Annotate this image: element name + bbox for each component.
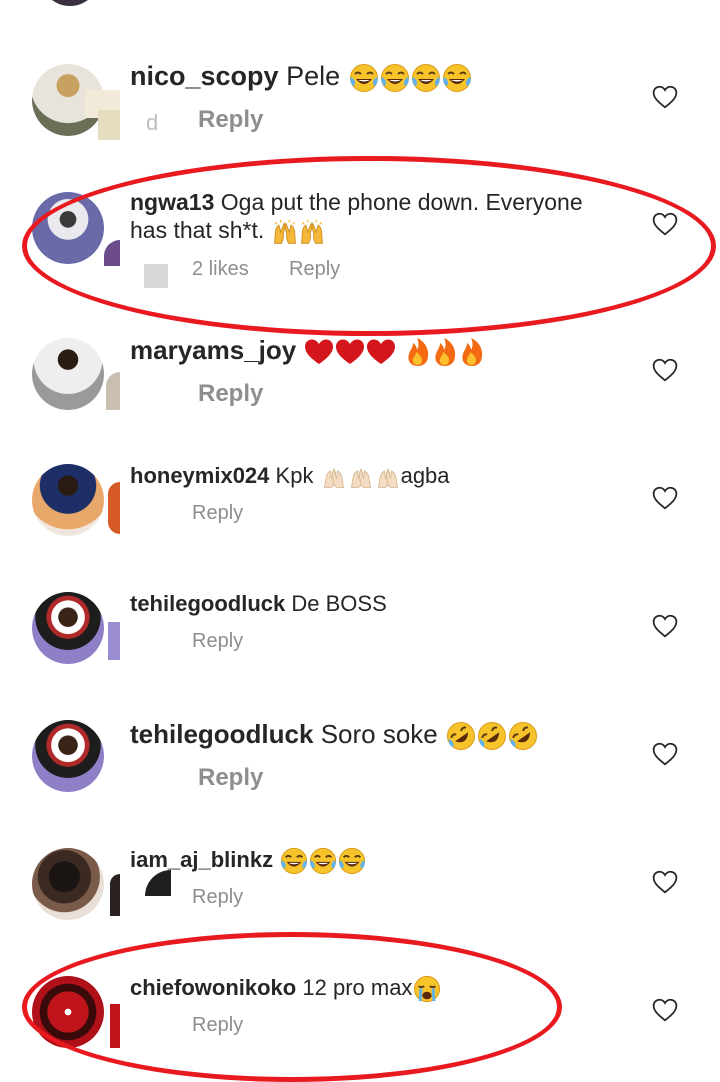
- comment-text: maryams_joy: [130, 336, 610, 367]
- red-heart-emoji: [366, 338, 396, 366]
- like-heart-icon[interactable]: [652, 486, 678, 510]
- comment-body: Pele: [286, 61, 341, 91]
- tears-of-joy-emoji: [280, 847, 308, 875]
- avatar-overlay-fragment: [106, 372, 120, 410]
- fire-emoji: [459, 337, 485, 367]
- previous-avatar-fragment: [40, 0, 100, 6]
- avatar-overlay-fragment: [108, 622, 120, 660]
- reply-button[interactable]: Reply: [192, 886, 243, 909]
- avatar-overlay-fragment: [110, 874, 120, 916]
- comment-row: iam_aj_blinkz Reply: [0, 846, 720, 926]
- like-heart-icon[interactable]: [652, 998, 678, 1022]
- comment-username[interactable]: honeymix024: [130, 463, 269, 488]
- comment-text: chiefowonikoko 12 pro max: [130, 974, 610, 1003]
- like-heart-icon[interactable]: [652, 358, 678, 382]
- comment-username[interactable]: tehilegoodluck: [130, 719, 313, 749]
- red-heart-emoji: [304, 338, 334, 366]
- comment-text: iam_aj_blinkz: [130, 846, 610, 875]
- comment-body: De BOSS: [291, 591, 387, 616]
- comment-row: chiefowonikoko 12 pro max Reply: [0, 974, 720, 1054]
- avatar[interactable]: [32, 192, 104, 264]
- reply-button[interactable]: Reply: [192, 630, 243, 653]
- tears-of-joy-emoji: [411, 63, 441, 93]
- comment-username[interactable]: nico_scopy: [130, 61, 279, 91]
- comment-text: tehilegoodluck Soro soke: [130, 720, 610, 751]
- rolling-laughing-emoji: [508, 721, 538, 751]
- comment-text: nico_scopy Pele: [130, 62, 610, 93]
- tears-of-joy-emoji: [349, 63, 379, 93]
- comment-text: honeymix024 Kpk agba: [130, 462, 610, 490]
- clapping-hands-emoji: [375, 464, 401, 490]
- raised-hands-emoji: [299, 219, 325, 245]
- reply-button[interactable]: Reply: [289, 258, 340, 281]
- comment-row: honeymix024 Kpk agba Reply: [0, 462, 720, 542]
- avatar-overlay-fragment: [98, 110, 120, 140]
- avatar-overlay-fragment: [108, 482, 120, 534]
- comment-body: 12 pro max: [302, 975, 413, 1000]
- comment-row: ngwa13 Oga put the phone down. Everyone …: [0, 188, 720, 288]
- avatar-overlay-fragment: [110, 1004, 120, 1048]
- like-heart-icon[interactable]: [652, 85, 678, 109]
- avatar[interactable]: [32, 976, 104, 1048]
- tears-of-joy-emoji: [380, 63, 410, 93]
- like-heart-icon[interactable]: [652, 212, 678, 236]
- avatar[interactable]: [32, 720, 104, 792]
- fire-emoji: [432, 337, 458, 367]
- like-heart-icon[interactable]: [652, 870, 678, 894]
- avatar-overlay-fragment: [104, 240, 120, 266]
- clapping-hands-emoji: [321, 464, 347, 490]
- comment-username[interactable]: iam_aj_blinkz: [130, 847, 273, 872]
- comment-username[interactable]: maryams_joy: [130, 335, 296, 365]
- comment-text: tehilegoodluck De BOSS: [130, 590, 610, 618]
- raised-hands-emoji: [272, 219, 298, 245]
- reply-button[interactable]: Reply: [192, 502, 243, 525]
- comment-time-fragment: d: [146, 110, 159, 135]
- like-heart-icon[interactable]: [652, 614, 678, 638]
- comment-body-suffix: agba: [400, 463, 450, 488]
- reply-button[interactable]: Reply: [192, 1014, 243, 1037]
- comment-body: Soro soke: [320, 719, 438, 749]
- comment-username[interactable]: chiefowonikoko: [130, 975, 296, 1000]
- tears-of-joy-emoji: [309, 847, 337, 875]
- avatar[interactable]: [32, 338, 104, 410]
- comment-text: ngwa13 Oga put the phone down. Everyone …: [130, 188, 610, 245]
- comment-username[interactable]: ngwa13: [130, 189, 214, 215]
- likes-count[interactable]: 2 likes: [192, 258, 249, 281]
- comment-username[interactable]: tehilegoodluck: [130, 591, 285, 616]
- like-heart-icon[interactable]: [652, 742, 678, 766]
- reply-button[interactable]: Reply: [198, 380, 263, 408]
- comment-row: maryams_joy Reply: [0, 334, 720, 414]
- sticker-placeholder: [144, 264, 168, 288]
- red-heart-emoji: [335, 338, 365, 366]
- fire-emoji: [405, 337, 431, 367]
- avatar[interactable]: [32, 592, 104, 664]
- avatar[interactable]: [32, 848, 104, 920]
- rolling-laughing-emoji: [477, 721, 507, 751]
- tears-of-joy-emoji: [338, 847, 366, 875]
- tears-of-joy-emoji: [442, 63, 472, 93]
- comment-body: Kpk: [275, 463, 314, 488]
- comments-screen: { "comments": [ {"username": "nico_scopy…: [0, 0, 720, 1082]
- rolling-laughing-emoji: [446, 721, 476, 751]
- reply-button[interactable]: Reply: [198, 106, 263, 134]
- comment-row: nico_scopy Pele d Reply: [0, 60, 720, 140]
- reply-button[interactable]: Reply: [198, 764, 263, 792]
- comment-row: tehilegoodluck Soro soke Reply: [0, 718, 720, 798]
- avatar[interactable]: [32, 464, 104, 536]
- clapping-hands-emoji: [348, 464, 374, 490]
- comment-row: tehilegoodluck De BOSS Reply: [0, 590, 720, 670]
- crying-face-emoji: [413, 975, 441, 1003]
